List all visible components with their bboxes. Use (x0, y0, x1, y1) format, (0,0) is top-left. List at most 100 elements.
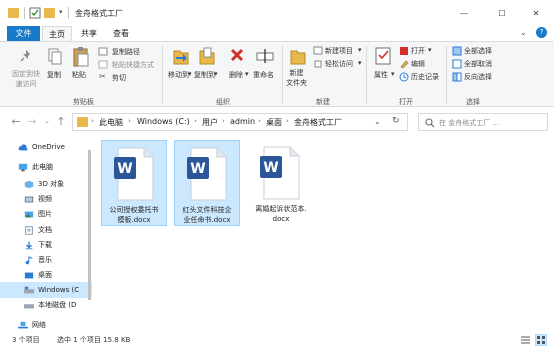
easy-access-button[interactable]: 轻松访问 (325, 59, 353, 69)
history-button[interactable]: 历史记录 (411, 72, 439, 82)
svg-text:W: W (263, 160, 278, 176)
nav-item-videos[interactable]: 视频 (0, 191, 92, 207)
edit-button[interactable]: 编辑 (411, 59, 425, 69)
select-none-button[interactable]: 全部取消 (464, 59, 492, 69)
properties-icon[interactable] (29, 7, 41, 19)
tab-file[interactable]: 文件 (7, 26, 40, 41)
address-dropdown-icon[interactable]: ⌄ (374, 117, 381, 126)
drive-icon (24, 303, 34, 308)
delete-button[interactable]: 删除 (229, 70, 243, 80)
crumb-this-pc[interactable]: 此电脑 (99, 117, 123, 128)
delete-icon[interactable] (229, 47, 245, 63)
nav-item-onedrive[interactable]: OneDrive (0, 139, 92, 155)
nav-item-label: 音乐 (38, 256, 52, 264)
select-none-icon (452, 59, 462, 69)
maximize-button[interactable]: ☐ (484, 0, 520, 26)
copy-icon[interactable] (47, 48, 63, 66)
open-group-label: 打开 (399, 98, 413, 106)
crumb-current-folder[interactable]: 金舟格式工厂 (294, 117, 342, 128)
copy-button[interactable]: 复制 (47, 70, 61, 80)
move-to-button[interactable]: 移动到 (168, 70, 189, 80)
forward-arrow-icon[interactable]: → (25, 114, 39, 128)
properties-button[interactable]: 属性 (374, 70, 388, 80)
svg-text:W: W (190, 161, 205, 177)
new-folder-icon[interactable] (289, 46, 307, 66)
drive-icon (24, 286, 34, 293)
nav-item-network[interactable]: 网络 (0, 317, 92, 333)
desktop-icon (24, 272, 34, 278)
paste-button[interactable]: 粘贴 (72, 70, 86, 80)
nav-item-label: 3D 对象 (38, 180, 65, 188)
recent-locations-icon[interactable]: ⌄ (40, 114, 54, 128)
nav-item-label: 图片 (38, 210, 52, 218)
copy-to-button[interactable]: 复制到 (194, 70, 215, 80)
open-icon (400, 47, 408, 55)
crumb-desktop[interactable]: 桌面 (266, 117, 282, 128)
nav-item-label: 下载 (38, 241, 52, 249)
file-item[interactable]: W 离婚起诉状范本. docx (248, 140, 314, 226)
new-item-button[interactable]: 新建项目 (325, 46, 353, 56)
details-view-icon[interactable] (520, 335, 531, 346)
move-to-icon[interactable] (172, 46, 190, 66)
rename-button[interactable]: 重命名 (253, 70, 274, 80)
collapse-ribbon-icon[interactable]: ⌄ (520, 28, 527, 37)
search-box[interactable]: 在 金舟格式工厂 ... (418, 113, 548, 131)
tab-view[interactable]: 查看 (106, 26, 136, 41)
chevron-down-icon[interactable]: ▾ (188, 70, 192, 78)
nav-item-documents[interactable]: 文档 (0, 222, 92, 238)
new-folder-button[interactable]: 新建 文件夹 (286, 68, 307, 88)
chevron-down-icon[interactable]: ▾ (214, 70, 218, 78)
back-arrow-icon[interactable]: ← (9, 114, 23, 128)
close-button[interactable]: ✕ (518, 0, 554, 26)
pin-to-quick-access-button[interactable]: 固定到快 速访问 (8, 69, 44, 89)
cube-icon (24, 180, 34, 188)
nav-item-this-pc[interactable]: 此电脑 (0, 159, 92, 175)
file-item[interactable]: W 红头文件科技企 业任命书.docx (174, 140, 240, 226)
copy-path-button[interactable]: 复制路径 (112, 47, 140, 57)
crumb-separator: › (91, 117, 94, 125)
scrollbar-thumb[interactable] (88, 150, 91, 300)
chevron-down-icon[interactable]: ▾ (391, 70, 395, 78)
nav-item-downloads[interactable]: 下载 (0, 237, 92, 253)
nav-item-label: 文档 (38, 226, 52, 234)
chevron-down-icon[interactable]: ▾ (428, 46, 432, 54)
select-all-button[interactable]: 全部选择 (464, 46, 492, 56)
video-icon (24, 196, 34, 202)
minimize-button[interactable]: — (446, 0, 482, 26)
copy-to-icon[interactable] (198, 46, 216, 66)
paste-shortcut-button[interactable]: 粘贴快捷方式 (112, 60, 154, 70)
nav-item-drive-c[interactable]: Windows (C (0, 282, 92, 298)
cut-button[interactable]: 剪切 (112, 73, 126, 83)
nav-item-drive-d[interactable]: 本地磁盘 (D (0, 297, 92, 313)
customize-quick-access-icon[interactable]: ▾ (59, 8, 63, 16)
rename-icon[interactable] (256, 47, 274, 65)
new-folder-icon[interactable] (44, 8, 55, 18)
nav-item-3d-objects[interactable]: 3D 对象 (0, 176, 92, 192)
open-button[interactable]: 打开 (411, 46, 425, 56)
up-arrow-icon[interactable]: ↑ (54, 114, 68, 128)
nav-item-pictures[interactable]: 图片 (0, 206, 92, 222)
chevron-down-icon[interactable]: ▾ (358, 46, 362, 54)
tab-share[interactable]: 共享 (74, 26, 104, 41)
pin-icon[interactable] (18, 48, 34, 64)
search-input[interactable]: 在 金舟格式工厂 ... (439, 118, 499, 128)
computer-icon (18, 163, 28, 171)
address-bar[interactable]: › 此电脑 › Windows (C:) › 用户 › admin › 桌面 ›… (72, 113, 408, 131)
crumb-users[interactable]: 用户 (202, 117, 218, 128)
invert-selection-button[interactable]: 反向选择 (464, 72, 492, 82)
crumb-drive-c[interactable]: Windows (C:) (137, 117, 190, 126)
chevron-down-icon[interactable]: ▾ (245, 70, 249, 78)
tab-home[interactable]: 主页 (42, 26, 72, 41)
properties-icon[interactable] (374, 46, 392, 66)
chevron-down-icon[interactable]: ▾ (358, 59, 362, 67)
help-icon[interactable]: ? (536, 27, 547, 38)
selection-info: 选中 1 个项目 15.8 KB (57, 336, 131, 344)
file-item[interactable]: W 公司授权委托书 模板.docx (101, 140, 167, 226)
nav-item-music[interactable]: 音乐 (0, 252, 92, 268)
large-icons-view-icon[interactable] (535, 334, 547, 346)
crumb-admin[interactable]: admin (230, 117, 255, 126)
cloud-icon (18, 143, 28, 150)
paste-icon[interactable] (72, 46, 90, 68)
refresh-icon[interactable]: ↻ (392, 116, 400, 126)
nav-item-desktop[interactable]: 桌面 (0, 267, 92, 283)
